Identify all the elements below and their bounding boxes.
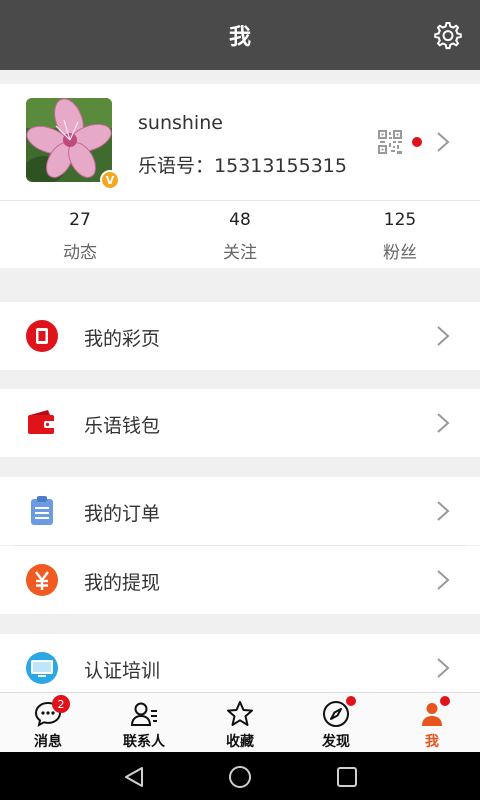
chevron-right-icon [437, 658, 450, 678]
menu-item-label: 乐语钱包 [84, 415, 161, 437]
page-title: 我 [228, 25, 251, 50]
avatar[interactable]: V [26, 98, 120, 190]
color-page-icon [26, 320, 58, 352]
home-icon[interactable] [228, 765, 252, 789]
menu-item-caiye[interactable]: 我的彩页 [0, 302, 480, 370]
contacts-icon [130, 702, 157, 726]
stat-label: 关注 [223, 243, 257, 263]
qr-code-icon[interactable] [378, 130, 402, 154]
chevron-right-icon [437, 132, 450, 152]
verified-badge: V [100, 170, 120, 190]
stat-posts[interactable]: 27 动态 [0, 201, 160, 268]
notification-dot [346, 696, 356, 706]
profile-card[interactable]: V sunshine 乐语号：15313155315 [0, 84, 480, 200]
stat-value: 27 [69, 210, 91, 230]
compass-icon [323, 701, 349, 727]
bottom-tab-bar: 2 消息 联系人 收藏 发现 我 [0, 692, 480, 752]
stat-value: 125 [383, 210, 417, 230]
tab-me[interactable]: 我 [384, 693, 480, 752]
stat-value: 48 [229, 210, 251, 230]
unread-badge: 2 [52, 695, 70, 713]
system-nav-bar [0, 752, 480, 800]
gear-icon[interactable] [432, 20, 462, 50]
tab-label: 联系人 [123, 734, 165, 750]
tab-label: 收藏 [226, 734, 254, 750]
menu-item-label: 认证培训 [84, 660, 161, 682]
star-icon [227, 701, 253, 726]
tab-label: 我 [425, 734, 439, 750]
avatar-flower-image [26, 98, 112, 182]
stat-label: 粉丝 [383, 243, 417, 263]
chevron-right-icon [437, 501, 450, 521]
menu-item-orders[interactable]: 我的订单 [0, 477, 480, 545]
user-id-label: 乐语号： [138, 155, 215, 177]
recents-icon[interactable] [335, 765, 359, 789]
tab-contacts[interactable]: 联系人 [96, 693, 192, 752]
stats-bar: 27 动态 48 关注 125 粉丝 [0, 200, 480, 268]
tab-label: 发现 [322, 734, 350, 750]
tab-messages[interactable]: 2 消息 [0, 693, 96, 752]
chevron-right-icon [437, 326, 450, 346]
stat-followers[interactable]: 125 粉丝 [320, 201, 480, 268]
chevron-right-icon [437, 570, 450, 590]
tab-discover[interactable]: 发现 [288, 693, 384, 752]
monitor-icon [26, 652, 58, 684]
stat-label: 动态 [63, 243, 97, 263]
notification-dot [440, 696, 450, 706]
menu-item-wallet[interactable]: 乐语钱包 [0, 389, 480, 457]
username: sunshine [138, 112, 223, 134]
top-bar: 我 [0, 0, 480, 70]
wallet-icon [28, 410, 56, 434]
menu-item-label: 我的提现 [84, 572, 161, 594]
back-icon[interactable] [122, 765, 146, 789]
clipboard-icon [31, 496, 53, 525]
tab-label: 消息 [34, 734, 62, 750]
chevron-right-icon [437, 413, 450, 433]
stat-following[interactable]: 48 关注 [160, 201, 320, 268]
menu-item-label: 我的订单 [84, 503, 161, 525]
menu-item-label: 我的彩页 [84, 328, 161, 350]
user-id-value: 15313155315 [214, 155, 347, 177]
tab-favorites[interactable]: 收藏 [192, 693, 288, 752]
notification-dot [412, 137, 422, 147]
yuan-icon [26, 564, 58, 596]
menu-item-withdraw[interactable]: 我的提现 [0, 546, 480, 614]
user-id: 乐语号：15313155315 [138, 151, 347, 178]
